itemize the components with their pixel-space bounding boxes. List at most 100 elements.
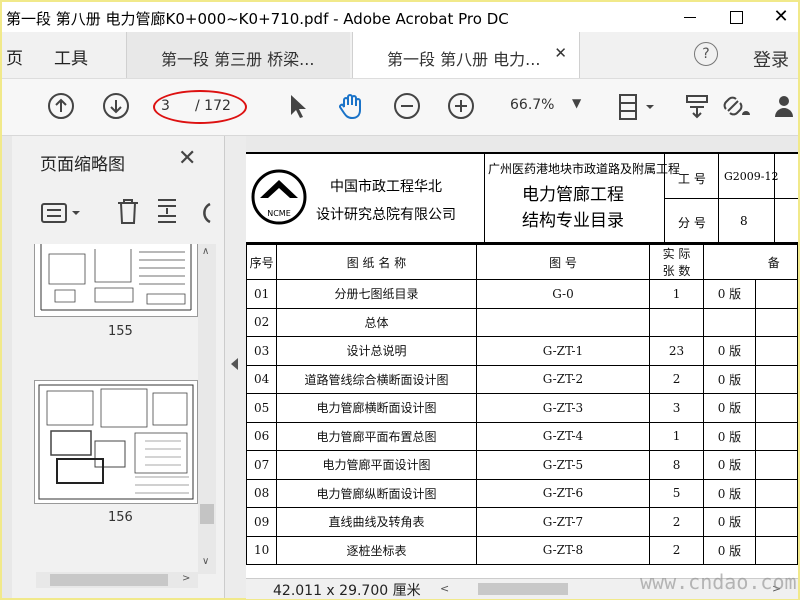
job-number-label: 工 号 xyxy=(678,172,706,186)
zoom-level[interactable]: 66.7% xyxy=(510,97,554,113)
menu-tools[interactable]: 工具 xyxy=(54,44,88,69)
cell-remark xyxy=(755,450,798,480)
part-number-value: 8 xyxy=(740,214,748,228)
cell-name: 道路管线综合横断面设计图 xyxy=(276,364,477,394)
cell-drawing-no: G-ZT-1 xyxy=(475,336,651,366)
cell-seq: 03 xyxy=(246,336,278,366)
cell-version: 0 版 xyxy=(702,535,757,565)
toolbar: ▼ xyxy=(2,79,798,136)
cell-seq: 05 xyxy=(246,393,278,423)
thumbnail-horizontal-scrollbar[interactable]: > xyxy=(36,572,198,588)
cell-drawing-no: G-ZT-5 xyxy=(475,450,651,480)
cell-remark xyxy=(755,535,798,565)
scroll-down-icon[interactable]: ∨ xyxy=(202,556,209,567)
add-user-icon[interactable] xyxy=(772,91,800,121)
page-thumbnail[interactable] xyxy=(34,380,198,504)
cell-name: 逐桩坐标表 xyxy=(276,535,477,565)
cell-count: 2 xyxy=(649,364,704,394)
cell-name: 直线曲线及转角表 xyxy=(276,507,477,537)
thumbnail-scrollbar[interactable]: ∧ ∨ xyxy=(198,244,216,574)
cell-remark xyxy=(755,364,798,394)
thumbnail-drawing-icon xyxy=(40,244,192,311)
tab-close-icon[interactable]: ✕ xyxy=(554,44,567,62)
scrollbar-thumb[interactable] xyxy=(50,574,168,586)
sheets-line1: 实 际 xyxy=(662,247,691,261)
table-row: 07 电力管廊平面设计图 G-ZT-5 8 0 版 xyxy=(246,450,798,480)
part-number-label: 分 号 xyxy=(678,216,706,230)
cell-remark xyxy=(755,478,798,508)
cell-remark xyxy=(755,421,798,451)
collapse-panel-icon[interactable] xyxy=(231,358,238,370)
highlight-ellipse xyxy=(153,90,247,124)
cell-name: 电力管廊平面设计图 xyxy=(276,450,477,480)
minimize-button[interactable] xyxy=(678,6,702,28)
close-window-button[interactable]: ✕ xyxy=(769,6,793,28)
column-header-remark: 备 xyxy=(755,244,798,280)
thumbnail-options-icon[interactable] xyxy=(40,200,92,226)
menu-bar: 页 工具 第一段 第三册 桥梁... 第一段 第八册 电力... ✕ ? 登录 xyxy=(2,32,798,79)
scroll-left-icon[interactable]: < xyxy=(440,582,449,595)
close-panel-icon[interactable]: ✕ xyxy=(178,146,196,171)
cell-version: 0 版 xyxy=(702,393,757,423)
next-page-icon[interactable] xyxy=(101,91,131,121)
cell-version: 0 版 xyxy=(702,450,757,480)
page-display-icon[interactable] xyxy=(616,91,656,123)
pdf-page: NCME 中国市政工程华北 设计研究总院有限公司 广州医药港地块市政道路及附属工… xyxy=(246,152,798,580)
horizontal-scrollbar-thumb[interactable] xyxy=(478,583,568,595)
panel-title: 页面缩略图 xyxy=(40,155,125,175)
rotate-icon[interactable] xyxy=(196,198,214,226)
cell-name: 总体 xyxy=(276,307,477,337)
divider-line xyxy=(664,198,798,199)
cell-count: 1 xyxy=(649,279,704,309)
zoom-out-icon[interactable] xyxy=(392,91,422,121)
cell-version: 0 版 xyxy=(702,478,757,508)
panel-splitter[interactable] xyxy=(224,136,247,598)
cell-count: 2 xyxy=(649,535,704,565)
fill-sign-icon[interactable] xyxy=(684,91,710,121)
extract-page-icon[interactable] xyxy=(152,196,182,226)
scrollbar-thumb[interactable] xyxy=(200,504,214,524)
cell-count: 5 xyxy=(649,478,704,508)
thumbnail-panel: 页面缩略图 ✕ 155 156 ∧ ∨ > xyxy=(2,136,224,598)
thumbnail-page-number: 155 xyxy=(108,324,133,339)
cell-seq: 04 xyxy=(246,364,278,394)
divider-line xyxy=(484,154,485,242)
cell-drawing-no: G-ZT-2 xyxy=(475,364,651,394)
zoom-in-icon[interactable] xyxy=(446,91,476,121)
zoom-dropdown-caret-icon[interactable]: ▼ xyxy=(572,96,581,110)
drawing-index-table: 序号 图 纸 名 称 图 号 实 际张 数 备 01 分册七图纸目录 G-0 1 0 版… xyxy=(246,244,798,565)
column-header-seq: 序号 xyxy=(246,244,278,280)
logo-text: NCME xyxy=(267,209,291,218)
cell-name: 分册七图纸目录 xyxy=(276,279,477,309)
login-button[interactable]: 登录 xyxy=(753,46,789,72)
scroll-right-icon[interactable]: > xyxy=(182,573,190,584)
cell-seq: 10 xyxy=(246,535,278,565)
help-icon[interactable]: ? xyxy=(694,42,718,66)
cell-seq: 09 xyxy=(246,507,278,537)
menu-home[interactable]: 页 xyxy=(6,44,23,69)
cell-count: 8 xyxy=(649,450,704,480)
column-header-drawing-no: 图 号 xyxy=(475,244,651,280)
select-cursor-icon[interactable] xyxy=(284,91,310,121)
hand-tool-icon[interactable] xyxy=(336,91,366,121)
cell-seq: 01 xyxy=(246,279,278,309)
tab-label: 第一段 第八册 电力... xyxy=(387,50,541,69)
tab-doc-vol8[interactable]: 第一段 第八册 电力... ✕ xyxy=(352,32,580,78)
table-row: 09 直线曲线及转角表 G-ZT-7 2 0 版 xyxy=(246,507,798,537)
scroll-up-icon[interactable]: ∧ xyxy=(202,246,209,257)
tab-doc-vol3[interactable]: 第一段 第三册 桥梁... xyxy=(126,32,350,78)
cell-seq: 02 xyxy=(246,307,278,337)
table-row: 06 电力管廊平面布置总图 G-ZT-4 1 0 版 xyxy=(246,421,798,451)
table-row: 10 逐桩坐标表 G-ZT-8 2 0 版 xyxy=(246,535,798,565)
document-view[interactable]: NCME 中国市政工程华北 设计研究总院有限公司 广州医药港地块市政道路及附属工… xyxy=(246,136,798,580)
cell-name: 电力管廊横断面设计图 xyxy=(276,393,477,423)
previous-page-icon[interactable] xyxy=(46,91,76,121)
company-name-line1: 中国市政工程华北 xyxy=(330,179,442,195)
cell-version: 0 版 xyxy=(702,421,757,451)
column-header-name: 图 纸 名 称 xyxy=(276,244,477,280)
link-share-icon[interactable] xyxy=(720,91,754,121)
delete-icon[interactable] xyxy=(114,196,142,226)
page-thumbnail[interactable] xyxy=(34,244,198,317)
maximize-button[interactable] xyxy=(724,6,748,28)
cell-remark xyxy=(755,336,798,366)
